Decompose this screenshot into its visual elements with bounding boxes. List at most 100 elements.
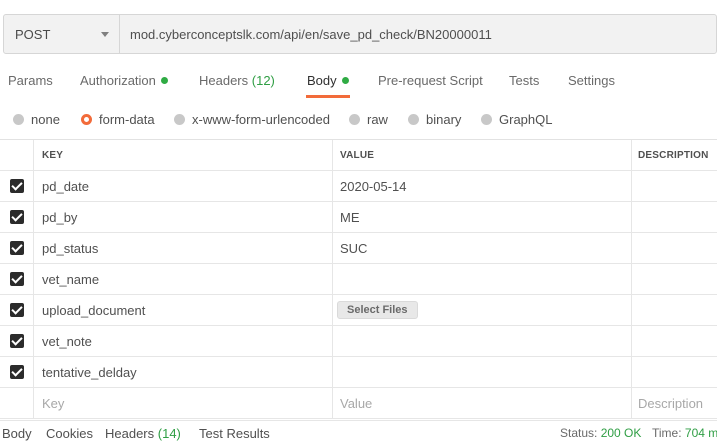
table-header-row: KEY VALUE DESCRIPTION: [0, 140, 717, 171]
select-files-button[interactable]: Select Files: [337, 301, 418, 319]
body-indicator-dot: [341, 77, 349, 84]
value-cell[interactable]: ME: [332, 202, 631, 232]
response-tab-headers[interactable]: Headers (14): [105, 426, 181, 441]
url-input[interactable]: mod.cyberconceptslk.com/api/en/save_pd_c…: [120, 15, 716, 53]
radio-graphql[interactable]: GraphQL: [481, 108, 552, 130]
tab-body[interactable]: Body: [306, 64, 350, 98]
value-cell[interactable]: SUC: [332, 233, 631, 263]
description-cell[interactable]: [631, 295, 717, 325]
row-checkbox-cell: [0, 233, 33, 263]
new-entry-row: Key Value Description: [0, 388, 717, 419]
description-cell[interactable]: [631, 233, 717, 263]
table-row: vet_name: [0, 264, 717, 295]
table-row: pd_status SUC: [0, 233, 717, 264]
row-checkbox[interactable]: [9, 334, 24, 348]
row-checkbox-cell: [0, 295, 33, 325]
tab-body-label: Body: [307, 73, 337, 88]
response-headers-count: (14): [157, 426, 181, 441]
tab-headers[interactable]: Headers (12): [199, 64, 275, 98]
status-value: 200 OK: [600, 426, 642, 440]
radio-circle-icon: [481, 113, 492, 125]
radio-raw[interactable]: raw: [349, 108, 388, 130]
table-row: pd_by ME: [0, 202, 717, 233]
radio-form-data-label: form-data: [99, 111, 155, 127]
response-tab-body[interactable]: Body: [2, 426, 32, 441]
new-value-input[interactable]: Value: [332, 388, 631, 418]
key-cell[interactable]: pd_status: [33, 233, 332, 263]
row-checkbox[interactable]: [9, 210, 24, 224]
radio-circle-icon: [174, 113, 185, 125]
radio-graphql-label: GraphQL: [499, 111, 553, 127]
row-checkbox[interactable]: [9, 272, 24, 286]
chevron-down-icon: [101, 31, 109, 37]
description-cell[interactable]: [631, 326, 717, 356]
radio-circle-icon: [408, 113, 419, 125]
value-cell[interactable]: 2020-05-14: [332, 171, 631, 201]
response-status: Status: 200 OK: [560, 426, 641, 440]
row-checkbox-cell: [0, 357, 33, 387]
new-description-input[interactable]: Description: [631, 388, 717, 418]
response-tab-test-results[interactable]: Test Results: [199, 426, 270, 441]
response-time: Time: 704 m: [652, 426, 717, 440]
row-checkbox-cell: [0, 264, 33, 294]
radio-circle-icon: [13, 113, 24, 125]
key-cell[interactable]: pd_date: [33, 171, 332, 201]
description-cell[interactable]: [631, 171, 717, 201]
tab-tests[interactable]: Tests: [509, 64, 539, 98]
response-tab-headers-label: Headers: [105, 426, 155, 441]
request-url-bar: POST mod.cyberconceptslk.com/api/en/save…: [3, 14, 717, 54]
column-header-key: KEY: [33, 140, 332, 170]
value-cell[interactable]: [332, 357, 631, 387]
method-label: POST: [15, 26, 51, 42]
value-cell[interactable]: [332, 326, 631, 356]
table-row: vet_note: [0, 326, 717, 357]
description-cell[interactable]: [631, 202, 717, 232]
authorization-indicator-dot: [160, 77, 168, 84]
row-checkbox[interactable]: [9, 303, 24, 317]
radio-x-www-form-urlencoded-label: x-www-form-urlencoded: [192, 111, 330, 127]
row-checkbox-cell: [0, 202, 33, 232]
radio-selected-icon: [81, 113, 92, 125]
description-cell[interactable]: [631, 357, 717, 387]
tab-settings-label: Settings: [568, 73, 615, 88]
radio-none[interactable]: none: [13, 108, 60, 130]
radio-form-data[interactable]: form-data: [81, 108, 155, 130]
column-header-value: VALUE: [332, 140, 631, 170]
value-cell: Select Files: [332, 295, 631, 325]
value-cell[interactable]: [332, 264, 631, 294]
row-checkbox-cell: [0, 171, 33, 201]
new-key-input[interactable]: Key: [33, 388, 332, 418]
tab-pre-request-script-label: Pre-request Script: [378, 73, 483, 88]
response-tab-cookies[interactable]: Cookies: [46, 426, 93, 441]
column-header-description: DESCRIPTION: [631, 140, 717, 170]
time-label: Time:: [652, 426, 682, 440]
key-cell[interactable]: vet_note: [33, 326, 332, 356]
radio-binary-label: binary: [426, 111, 462, 127]
table-row: upload_document Select Files: [0, 295, 717, 326]
radio-circle-icon: [349, 113, 360, 125]
key-cell[interactable]: tentative_delday: [33, 357, 332, 387]
key-cell[interactable]: vet_name: [33, 264, 332, 294]
key-cell[interactable]: upload_document: [33, 295, 332, 325]
key-cell[interactable]: pd_by: [33, 202, 332, 232]
description-cell[interactable]: [631, 264, 717, 294]
method-select[interactable]: POST: [4, 15, 120, 53]
tab-tests-label: Tests: [509, 73, 540, 88]
tab-params[interactable]: Params: [8, 64, 53, 98]
row-checkbox[interactable]: [9, 365, 24, 379]
header-check-cell: [0, 140, 33, 170]
table-row: pd_date 2020-05-14: [0, 171, 717, 202]
tab-authorization-label: Authorization: [80, 73, 156, 88]
tab-authorization[interactable]: Authorization: [80, 64, 168, 98]
table-row: tentative_delday: [0, 357, 717, 388]
radio-none-label: none: [31, 111, 60, 127]
radio-x-www-form-urlencoded[interactable]: x-www-form-urlencoded: [174, 108, 330, 130]
tab-settings[interactable]: Settings: [568, 64, 615, 98]
row-checkbox[interactable]: [9, 241, 24, 255]
tab-pre-request-script[interactable]: Pre-request Script: [378, 64, 483, 98]
form-data-table: KEY VALUE DESCRIPTION pd_date 2020-05-14…: [0, 139, 717, 419]
row-checkbox[interactable]: [9, 179, 24, 193]
radio-binary[interactable]: binary: [408, 108, 461, 130]
headers-count: (12): [251, 73, 275, 88]
radio-raw-label: raw: [367, 111, 388, 127]
